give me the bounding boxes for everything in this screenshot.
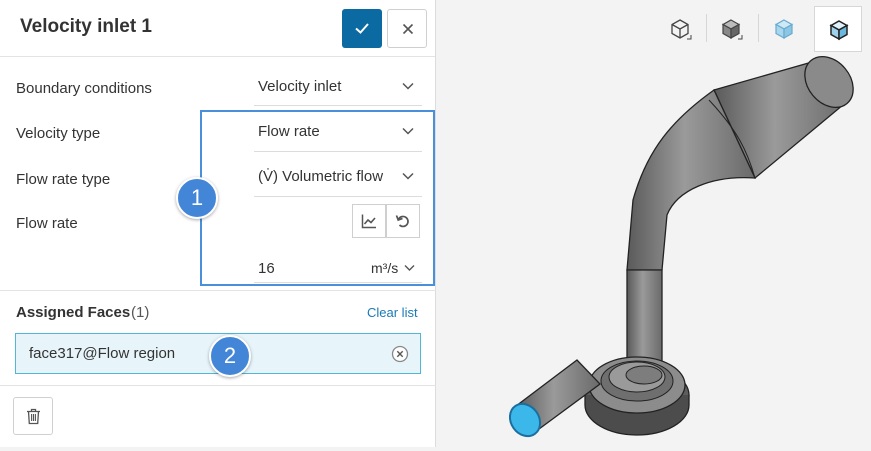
boundary-conditions-select[interactable]: Velocity inlet bbox=[254, 67, 422, 105]
boundary-condition-panel: Velocity inlet 1 Boundary conditions Vel… bbox=[0, 0, 436, 447]
assigned-faces-title: Assigned Faces bbox=[16, 304, 131, 321]
clear-list-link[interactable]: Clear list bbox=[367, 305, 418, 320]
chevron-down-icon bbox=[402, 82, 414, 90]
3d-viewport[interactable] bbox=[437, 0, 871, 451]
close-button[interactable] bbox=[387, 9, 427, 48]
close-icon bbox=[402, 23, 414, 35]
confirm-button[interactable] bbox=[342, 9, 382, 48]
assigned-face-name: face317@Flow region bbox=[29, 345, 176, 362]
annotation-badge-2: 2 bbox=[209, 335, 251, 377]
velocity-type-label: Velocity type bbox=[16, 125, 101, 142]
section-divider bbox=[0, 290, 436, 291]
trash-icon bbox=[27, 408, 40, 425]
assigned-faces-count: (1) bbox=[131, 304, 150, 321]
delete-button[interactable] bbox=[13, 397, 53, 435]
boundary-conditions-label: Boundary conditions bbox=[16, 80, 152, 97]
check-icon bbox=[355, 23, 369, 34]
pipe-model[interactable] bbox=[437, 0, 871, 451]
boundary-conditions-value: Velocity inlet bbox=[258, 78, 342, 95]
highlight-box bbox=[200, 110, 435, 286]
flow-rate-label: Flow rate bbox=[16, 215, 78, 232]
panel-header: Velocity inlet 1 bbox=[0, 0, 435, 57]
panel-title: Velocity inlet 1 bbox=[20, 16, 152, 37]
remove-circle-icon[interactable] bbox=[391, 345, 409, 363]
section-divider bbox=[0, 385, 436, 386]
annotation-badge-1: 1 bbox=[176, 177, 218, 219]
flow-rate-type-label: Flow rate type bbox=[16, 171, 111, 188]
divider bbox=[254, 105, 422, 106]
